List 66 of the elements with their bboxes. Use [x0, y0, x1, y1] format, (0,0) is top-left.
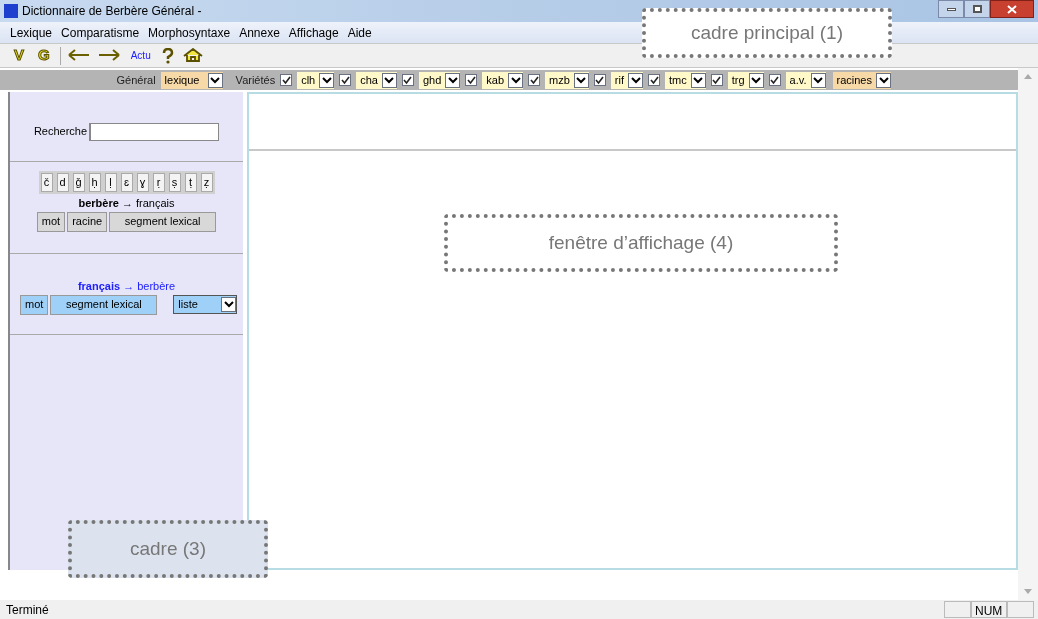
annotation-label: cadre (3)	[68, 520, 268, 578]
close-icon	[1007, 4, 1017, 14]
letter-key[interactable]: ḷ	[104, 173, 117, 192]
menu-item[interactable]: Morphosyntaxe	[148, 23, 231, 42]
forward-arrow-icon[interactable]	[96, 48, 121, 63]
annotation-label: cadre principal (1)	[642, 8, 892, 58]
variety-select[interactable]: cha	[356, 71, 397, 89]
direction-label: berbère → français	[78, 196, 175, 211]
filter-label: Variétés	[235, 72, 276, 88]
window-title: Dictionnaire de Berbère Général -	[22, 3, 202, 20]
search-label: Recherche	[33, 124, 88, 140]
maximize-button[interactable]	[964, 0, 990, 18]
letter-key[interactable]: ẓ	[200, 173, 213, 192]
minimize-button[interactable]	[938, 0, 964, 18]
checkbox[interactable]	[648, 74, 661, 86]
list-select[interactable]: liste	[173, 295, 238, 314]
status-text: Terminé	[5, 601, 50, 619]
variety-select[interactable]: kab	[482, 71, 524, 89]
variety-select[interactable]: rif	[610, 71, 644, 89]
variety-select[interactable]: a.v.	[785, 71, 826, 89]
search-mode-button[interactable]: mot	[20, 294, 49, 315]
checkbox[interactable]	[710, 74, 723, 86]
search-mode-button[interactable]: mot	[36, 211, 66, 232]
letter-key[interactable]: ɛ	[120, 173, 133, 192]
checkbox[interactable]	[465, 74, 478, 86]
checkbox[interactable]	[768, 74, 781, 86]
search-mode-button[interactable]: segment lexical	[109, 211, 217, 232]
variety-select[interactable]: tmc	[665, 71, 706, 89]
search-mode-button[interactable]: segment lexical	[50, 294, 158, 315]
num-lock-indicator: NUM	[971, 601, 1007, 618]
menu-item[interactable]: Lexique	[10, 23, 53, 42]
close-button[interactable]	[990, 0, 1034, 18]
variety-select[interactable]: clh	[297, 71, 335, 89]
annotation-label: fenêtre d’affichage (4)	[444, 214, 838, 272]
status-field	[944, 601, 971, 618]
letter-key[interactable]: ǧ	[72, 173, 85, 192]
search-field[interactable]	[89, 122, 220, 141]
variety-select[interactable]: mzb	[545, 71, 589, 89]
letter-key[interactable]: č	[40, 173, 53, 192]
checkbox[interactable]	[401, 74, 414, 86]
letter-key[interactable]: ḥ	[88, 173, 101, 192]
direction-label: français → berbère	[77, 279, 176, 294]
checkbox[interactable]	[339, 74, 352, 86]
app-icon	[4, 4, 18, 18]
checkbox[interactable]	[280, 74, 293, 86]
letter-key[interactable]: ṛ	[152, 173, 165, 192]
checkbox[interactable]	[528, 74, 541, 86]
filter-label: Général	[116, 72, 156, 88]
letter-key[interactable]: ṣ	[168, 173, 181, 192]
variety-select[interactable]: trg	[727, 71, 764, 89]
toolbar-link[interactable]: Actu	[126, 48, 155, 63]
menu-item[interactable]: Annexe	[239, 23, 280, 42]
letter-key[interactable]: ṭ	[184, 173, 197, 192]
search-mode-button[interactable]: racine	[67, 211, 108, 232]
category-select[interactable]: lexique	[160, 71, 223, 89]
menu-item[interactable]: Affichage	[288, 23, 339, 42]
back-arrow-icon[interactable]	[66, 48, 91, 63]
menu-item[interactable]: Aide	[347, 23, 372, 42]
status-field	[1007, 601, 1034, 618]
roots-select[interactable]: racines	[832, 71, 891, 89]
help-icon[interactable]	[160, 47, 175, 64]
menu-item[interactable]: Comparatisme	[61, 23, 140, 42]
variety-select[interactable]: ghd	[418, 71, 461, 89]
letter-key[interactable]: ɣ	[136, 173, 149, 192]
checkbox[interactable]	[593, 74, 606, 86]
letter-key[interactable]: d	[56, 173, 69, 192]
